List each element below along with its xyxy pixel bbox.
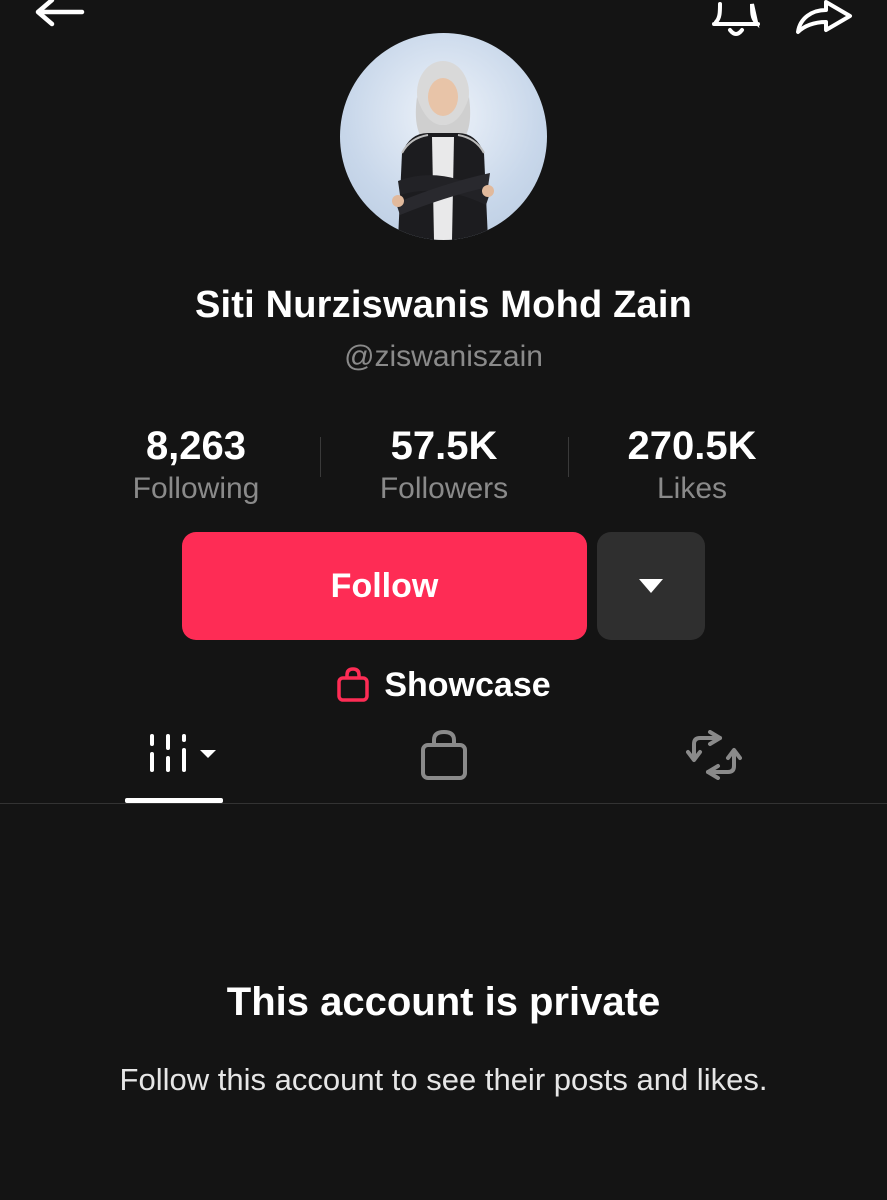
arrow-left-icon: [35, 0, 85, 27]
stat-value: 57.5K: [390, 424, 498, 468]
tab-shop[interactable]: [418, 728, 470, 782]
tab-reposts[interactable]: [686, 730, 742, 780]
avatar[interactable]: [340, 33, 547, 240]
avatar-portrait: [392, 61, 494, 240]
stat-following[interactable]: 8,263 Following: [96, 422, 296, 508]
notification-button[interactable]: [708, 0, 764, 40]
stat-likes[interactable]: 270.5K Likes: [592, 422, 792, 508]
showcase-label: Showcase: [384, 665, 551, 704]
bell-icon: [712, 2, 760, 36]
display-name: Siti Nurziswanis Mohd Zain: [194, 284, 693, 326]
stat-followers[interactable]: 57.5K Followers: [344, 422, 544, 508]
share-button[interactable]: [794, 0, 854, 36]
caret-down-icon: [639, 579, 663, 593]
stat-divider: [320, 437, 321, 477]
stat-value: 8,263: [145, 424, 247, 468]
username: @ziswaniszain: [344, 340, 543, 373]
shopping-bag-icon: [421, 729, 467, 780]
tab-divider: [0, 803, 887, 804]
more-options-button[interactable]: [597, 532, 705, 640]
stat-label: Following: [132, 472, 260, 505]
follow-button[interactable]: Follow: [182, 532, 587, 640]
repost-icon: [686, 730, 742, 780]
stat-label: Followers: [379, 472, 509, 505]
stat-divider: [568, 437, 569, 477]
back-button[interactable]: [30, 0, 90, 36]
stat-value: 270.5K: [627, 424, 757, 468]
videos-grid-icon: [150, 734, 216, 772]
share-arrow-icon: [796, 0, 852, 34]
shopping-bag-icon: [337, 667, 370, 702]
stat-label: Likes: [656, 472, 728, 505]
private-account-subtitle: Follow this account to see their posts a…: [119, 1062, 768, 1097]
private-account-title: This account is private: [226, 980, 661, 1024]
showcase-link[interactable]: Showcase: [0, 660, 887, 710]
tab-videos[interactable]: [140, 730, 230, 780]
